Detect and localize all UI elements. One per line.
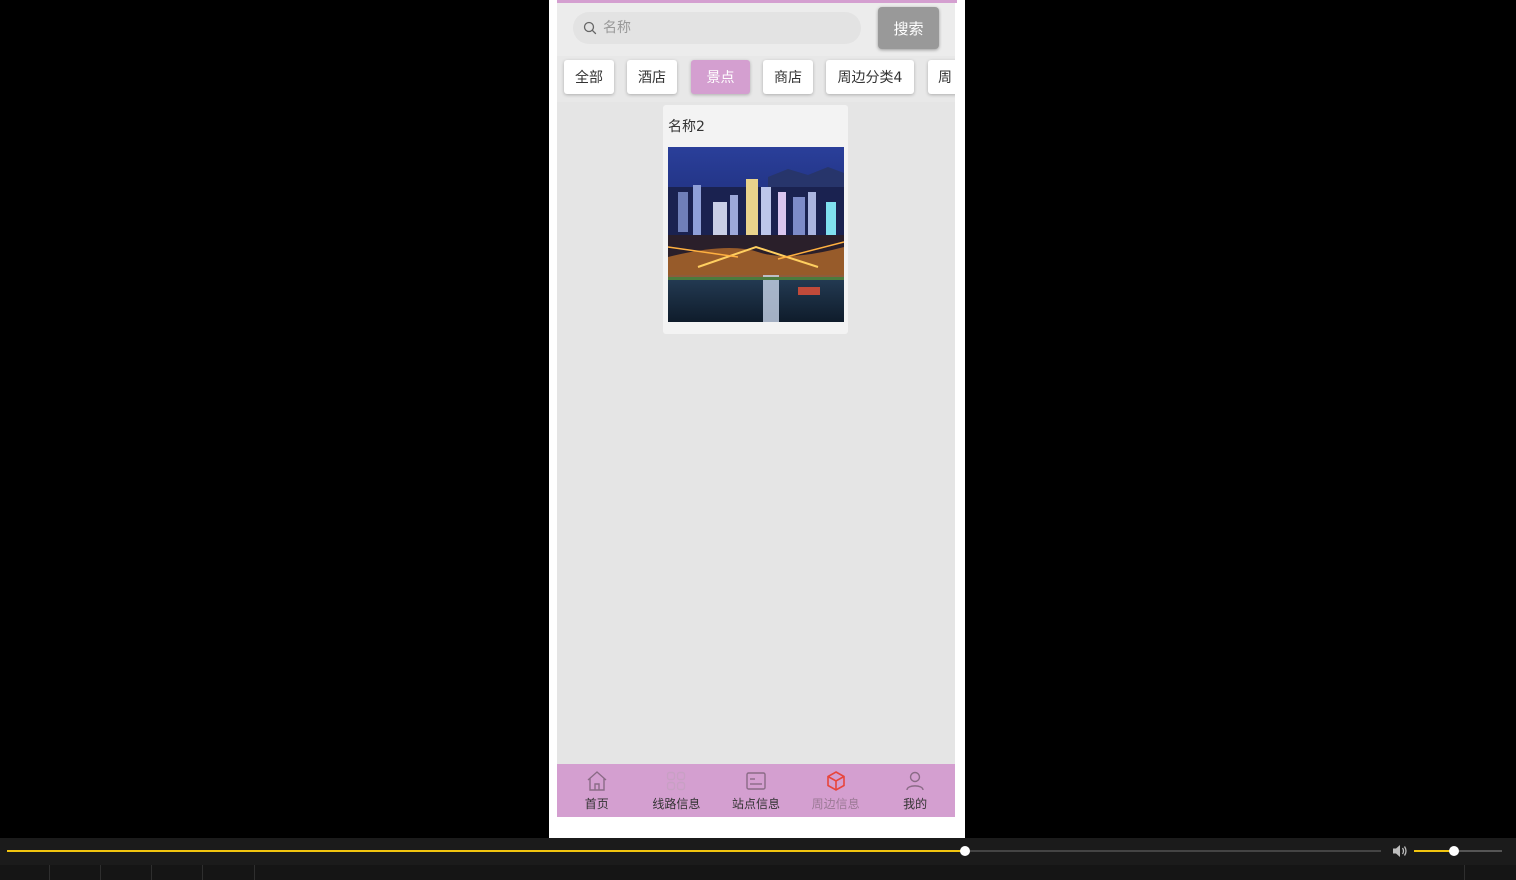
volume-slider[interactable] bbox=[1414, 846, 1502, 856]
nav-label: 我的 bbox=[903, 797, 928, 811]
tab-scenic-spot[interactable]: 景点 bbox=[691, 60, 750, 94]
nav-nearby-info[interactable]: 周边信息 bbox=[796, 764, 876, 817]
category-tabs: 全部 酒店 景点 商店 周边分类4 周 bbox=[557, 56, 955, 102]
nav-mine[interactable]: 我的 bbox=[875, 764, 955, 817]
search-input[interactable] bbox=[601, 13, 855, 43]
progress-handle[interactable] bbox=[959, 846, 970, 856]
bottom-nav: 首页 线路信息 站点信息 周边信息 我的 bbox=[557, 764, 955, 817]
volume-handle[interactable] bbox=[1448, 846, 1459, 856]
search-box[interactable] bbox=[573, 12, 861, 44]
screen-stage: 搜索 全部 酒店 景点 商店 周边分类4 周 名称2 bbox=[0, 0, 1516, 880]
taskbar-button[interactable] bbox=[101, 865, 152, 880]
mobile-app-frame: 搜索 全部 酒店 景点 商店 周边分类4 周 名称2 bbox=[549, 0, 965, 838]
player-controls bbox=[0, 838, 1516, 865]
tab-shop[interactable]: 商店 bbox=[763, 60, 813, 94]
card-title: 名称2 bbox=[668, 119, 705, 135]
home-icon bbox=[587, 771, 607, 791]
card-image[interactable] bbox=[668, 147, 844, 322]
taskbar-button[interactable] bbox=[1464, 865, 1516, 880]
taskbar-button[interactable] bbox=[203, 865, 255, 880]
user-icon bbox=[906, 771, 924, 791]
tab-hotel[interactable]: 酒店 bbox=[627, 60, 677, 94]
taskbar-button[interactable] bbox=[0, 865, 50, 880]
volume-fill bbox=[1414, 850, 1454, 852]
id-card-icon bbox=[746, 772, 766, 790]
progress-track[interactable] bbox=[7, 846, 1381, 856]
nav-label: 站点信息 bbox=[731, 797, 780, 811]
grid-icon bbox=[667, 771, 686, 791]
nav-label: 周边信息 bbox=[811, 797, 860, 811]
tab-category-4[interactable]: 周边分类4 bbox=[826, 60, 914, 94]
cube-icon bbox=[826, 771, 845, 791]
nav-station-info[interactable]: 站点信息 bbox=[716, 764, 796, 817]
tab-category-5[interactable]: 周 bbox=[928, 60, 955, 94]
city-night-photo bbox=[668, 147, 844, 322]
tab-all[interactable]: 全部 bbox=[564, 60, 614, 94]
taskbar bbox=[0, 865, 1516, 880]
volume-icon[interactable] bbox=[1391, 843, 1409, 859]
nav-home[interactable]: 首页 bbox=[557, 764, 637, 817]
search-icon bbox=[583, 21, 597, 35]
search-button[interactable]: 搜索 bbox=[878, 7, 939, 49]
nav-label: 线路信息 bbox=[652, 797, 701, 811]
progress-fill bbox=[7, 850, 965, 852]
app-screen: 搜索 全部 酒店 景点 商店 周边分类4 周 名称2 bbox=[557, 3, 955, 817]
search-bar: 搜索 bbox=[557, 3, 955, 56]
result-card[interactable]: 名称2 bbox=[663, 105, 848, 334]
nav-route-info[interactable]: 线路信息 bbox=[637, 764, 717, 817]
nav-label: 首页 bbox=[584, 797, 609, 811]
taskbar-button[interactable] bbox=[152, 865, 203, 880]
taskbar-button[interactable] bbox=[50, 865, 101, 880]
